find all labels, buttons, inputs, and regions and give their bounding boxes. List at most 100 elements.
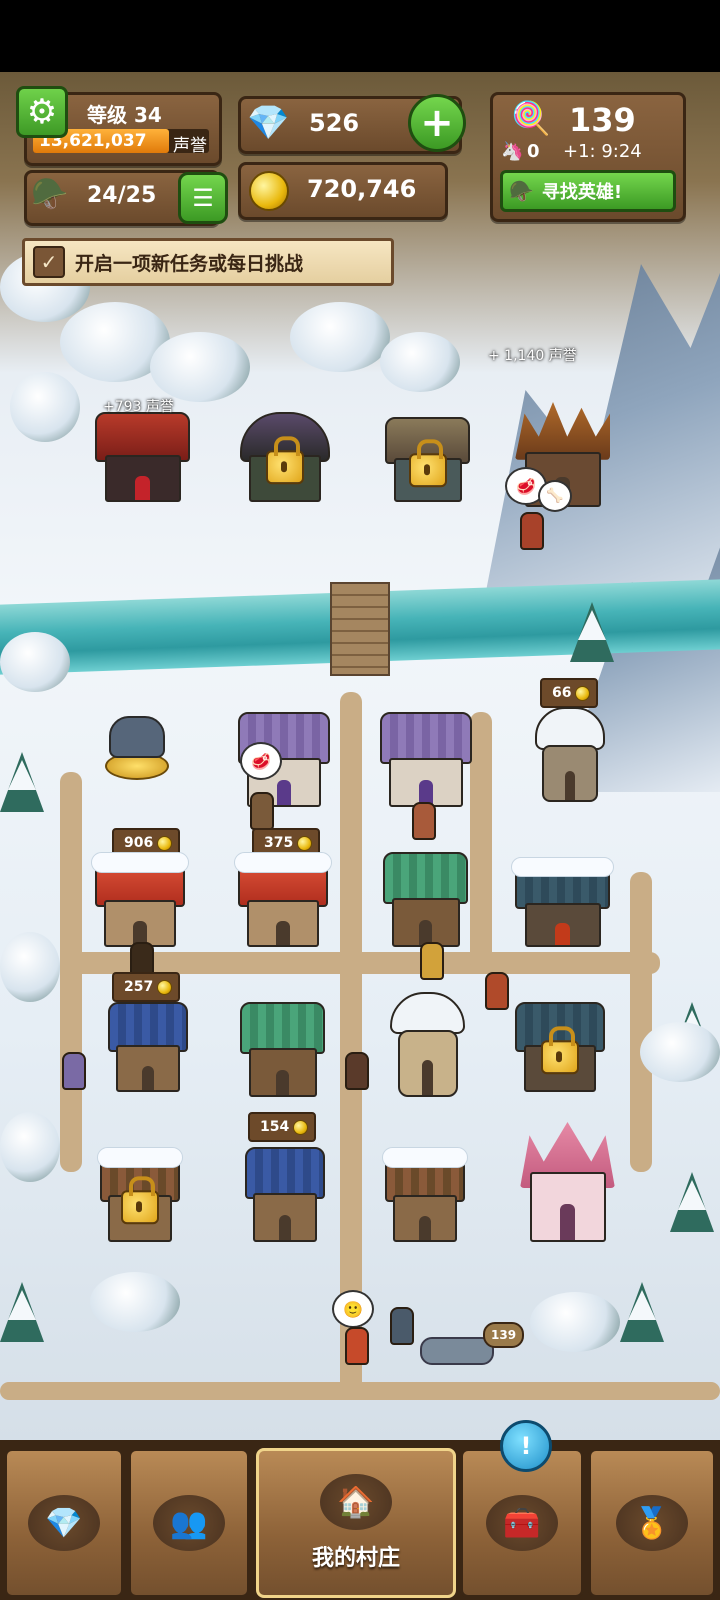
income-tag[interactable]: 257: [112, 972, 181, 1002]
knight-helmet-icon: 🪖: [31, 177, 69, 212]
gear-icon: ⚙: [26, 92, 58, 132]
chest-icon: 🧰: [486, 1495, 558, 1551]
blacksmith-forge[interactable]: [511, 856, 614, 947]
list-icon: ☰: [192, 184, 214, 212]
house-icon: 🏠: [320, 1474, 392, 1530]
income-value: 66: [552, 685, 572, 701]
red-roof-house-left[interactable]: [91, 851, 189, 947]
pink-castle[interactable]: [520, 1122, 615, 1242]
gold-coin-icon: [249, 171, 289, 211]
request-bubble[interactable]: 🦴: [538, 480, 572, 512]
villager[interactable]: [520, 512, 544, 550]
villager[interactable]: [345, 1052, 369, 1090]
status-bar: [0, 0, 720, 72]
pine-tree: [0, 752, 44, 812]
snow-bush: [530, 1292, 620, 1352]
snow-bush: [0, 632, 70, 692]
nav-tab-gems[interactable]: 💎: [4, 1448, 124, 1598]
wooden-bridge: [330, 582, 390, 676]
path: [630, 872, 652, 1172]
income-value: 154: [260, 1119, 290, 1135]
snow-tree: [10, 372, 80, 442]
villager[interactable]: [62, 1052, 86, 1090]
villager[interactable]: [250, 792, 274, 830]
lock-icon: [408, 438, 447, 487]
basket-count: 139: [491, 1328, 517, 1342]
coin-icon: [575, 685, 591, 701]
gems-value: 526: [309, 109, 360, 137]
locked-wood-house[interactable]: [96, 1146, 184, 1242]
find-hero-button[interactable]: 🪖 寻找英雄!: [500, 170, 676, 212]
lock-icon: [541, 1026, 579, 1075]
level-label: 等级 34: [87, 103, 162, 127]
reputation-unit: 声誉: [173, 136, 207, 156]
villager[interactable]: [390, 1307, 414, 1345]
nav-tab-medal[interactable]: 🏅: [588, 1448, 716, 1598]
villager[interactable]: [345, 1327, 369, 1365]
unicorn-icon: 🦄: [501, 141, 524, 162]
quest-prompt[interactable]: ✓ 开启一项新任务或每日挑战: [22, 238, 394, 286]
snow-bush: [0, 1112, 60, 1182]
unicorn-timer: +1: 9:24: [563, 141, 642, 162]
purple-hall-right[interactable]: [380, 712, 472, 807]
heroes-count: 24/25: [87, 183, 157, 208]
coin-icon: [297, 835, 313, 851]
bottom-navigation: 💎 👥 🏠 我的村庄 🧰 🏅: [0, 1440, 720, 1600]
settings-button[interactable]: ⚙: [16, 86, 68, 138]
coin-icon: [157, 979, 173, 995]
locked-forge[interactable]: [515, 1002, 605, 1092]
villager[interactable]: [420, 942, 444, 980]
diamond-icon: 💎: [28, 1495, 100, 1551]
locked-stone-hut[interactable]: [385, 417, 470, 502]
request-bubble[interactable]: 🥩: [240, 742, 282, 780]
red-roof-house-right[interactable]: [234, 851, 332, 947]
people-icon: 👥: [153, 1495, 225, 1551]
income-tag[interactable]: 154: [248, 1112, 317, 1142]
nav-tab-village[interactable]: 🏠 我的村庄: [256, 1448, 456, 1598]
sleeping-wolf[interactable]: [420, 1337, 494, 1365]
wood-house[interactable]: [381, 1146, 469, 1242]
path: [470, 712, 492, 972]
horse-statue[interactable]: [95, 712, 175, 782]
lock-icon: [121, 1176, 159, 1225]
knight-helmet-icon: 🪖: [509, 179, 534, 203]
pine-tree: [0, 1282, 44, 1342]
blue-roof-house-2[interactable]: [245, 1147, 325, 1242]
red-tent-building[interactable]: [95, 412, 190, 502]
candy-cane-icon: 🍭: [511, 99, 551, 137]
lock-icon: [266, 436, 304, 485]
buy-gems-button[interactable]: +: [408, 94, 466, 152]
villager[interactable]: [412, 802, 436, 840]
nav-tab-heroes[interactable]: 👥: [128, 1448, 250, 1598]
coin-icon: [293, 1119, 309, 1135]
alert-badge[interactable]: !: [500, 1420, 552, 1472]
snow-bush: [90, 1272, 180, 1332]
exclamation-icon: !: [520, 1432, 532, 1460]
pine-tree: [570, 602, 614, 662]
quest-label: 开启一项新任务或每日挑战: [75, 252, 304, 275]
green-pagoda[interactable]: [383, 852, 468, 947]
path: [0, 1382, 720, 1400]
snow-bush: [640, 1022, 720, 1082]
snow-tree: [380, 332, 460, 392]
nav-tab-village-label: 我的村庄: [311, 1546, 400, 1571]
request-bubble[interactable]: 🙂: [332, 1290, 374, 1328]
income-tag[interactable]: 66: [540, 678, 599, 708]
reputation-float-left: +793 声誉: [103, 399, 174, 415]
find-hero-label: 寻找英雄!: [541, 182, 623, 203]
blue-roof-house[interactable]: [108, 1002, 188, 1092]
round-stone-tower[interactable]: [390, 992, 465, 1097]
heroes-list-button[interactable]: ☰: [178, 172, 228, 224]
pine-tree: [620, 1282, 664, 1342]
medal-icon: 🏅: [616, 1495, 688, 1551]
villager[interactable]: [485, 972, 509, 1010]
stone-tower[interactable]: [535, 707, 605, 802]
diamond-icon: 💎: [247, 103, 290, 143]
unicorn-count: 0: [527, 141, 540, 162]
snow-tree: [150, 332, 250, 402]
green-pagoda-2[interactable]: [240, 1002, 325, 1097]
gold-panel[interactable]: 720,746: [238, 162, 448, 220]
candy-value: 139: [569, 101, 636, 139]
locked-dark-tower[interactable]: [240, 412, 330, 502]
basket-counter[interactable]: 139: [483, 1322, 525, 1348]
